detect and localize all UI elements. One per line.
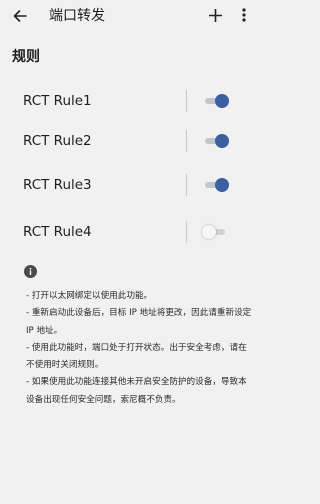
rule-toggle-switch[interactable] (202, 93, 229, 109)
rule-row[interactable]: RCT Rule4 (0, 213, 260, 251)
row-divider (186, 130, 187, 152)
rule-row[interactable]: RCT Rule3 (0, 166, 260, 204)
rule-name: RCT Rule4 (23, 224, 92, 240)
rule-name: RCT Rule3 (23, 177, 92, 193)
note-text: - 重新启动此设备后，目标 IP 地址将更改，因此请重新设定 IP 地址。 (26, 308, 252, 336)
plus-icon (208, 8, 222, 22)
more-vert-icon (242, 8, 246, 22)
rule-toggle-switch[interactable] (202, 133, 229, 149)
row-divider (186, 90, 187, 112)
row-divider (186, 221, 187, 243)
more-options-button[interactable] (236, 5, 252, 25)
row-divider (186, 174, 187, 196)
rule-row[interactable]: RCT Rule2 (0, 122, 260, 160)
rule-toggle-switch[interactable] (202, 224, 228, 240)
info-notes: - 打开以太网绑定以使用此功能。 - 重新启动此设备后，目标 IP 地址将更改，… (26, 288, 252, 409)
app-bar: 端口转发 (0, 0, 260, 34)
back-button[interactable] (9, 6, 31, 26)
arrow-back-icon (13, 10, 27, 22)
note-text: - 打开以太网绑定以使用此功能。 (26, 291, 153, 301)
note-text: - 使用此功能时，端口处于打开状态。出于安全考虑，请在不使用时关闭规则。 (26, 342, 247, 371)
rule-row[interactable]: RCT Rule1 (0, 82, 260, 120)
info-icon (24, 265, 37, 278)
rule-name: RCT Rule2 (23, 133, 92, 149)
note-text: - 如果使用此功能连接其他未开启安全防护的设备，导致本设备出现任何安全问题，索尼… (26, 377, 247, 405)
rule-toggle-switch[interactable] (202, 177, 229, 193)
section-title: 规则 (12, 49, 40, 65)
page-title: 端口转发 (49, 8, 105, 24)
add-rule-button[interactable] (206, 5, 224, 25)
rule-name: RCT Rule1 (23, 93, 92, 109)
